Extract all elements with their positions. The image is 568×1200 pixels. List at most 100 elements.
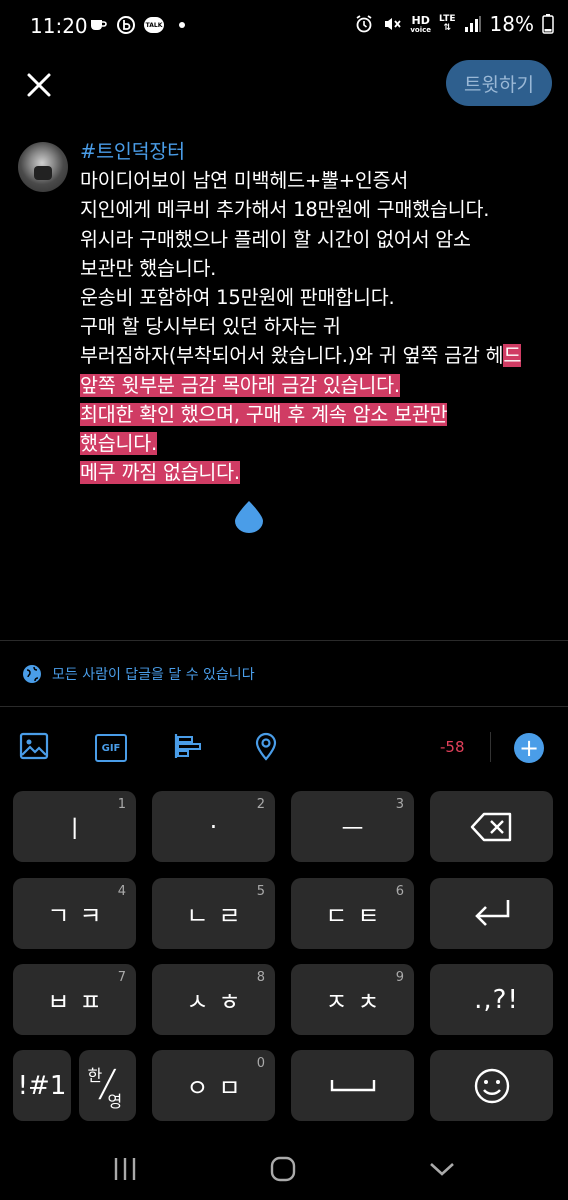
space-key[interactable]	[291, 1050, 414, 1121]
status-time: 11:20	[30, 14, 88, 38]
location-icon	[255, 732, 277, 761]
key-label: ㄱㅋ	[47, 902, 112, 930]
reply-setting[interactable]: 모든 사람이 답글을 달 수 있습니다	[22, 664, 255, 684]
key-label: ㅇㅁ	[186, 1074, 251, 1102]
lte-icon: LTE ⇅	[439, 14, 456, 33]
home-button[interactable]	[266, 1154, 300, 1184]
selected-text: 최대한 확인 했으며, 구매 후 계속 암소 보관만	[80, 402, 448, 426]
key-label: ㅂㅍ	[47, 988, 112, 1016]
key-8[interactable]: 8 ㅅㅎ	[152, 964, 275, 1035]
selected-text: 앞쪽 윗부분 금감 목아래 금감 있습니다.	[80, 373, 400, 397]
close-button[interactable]	[22, 68, 56, 102]
compose-line: 했습니다.	[80, 429, 550, 458]
tweet-button[interactable]: 트윗하기	[446, 60, 552, 106]
lang-switch-label: 한 ╱ 영	[87, 1065, 123, 1111]
compose-line: 구매 할 당시부터 있던 하자는 귀	[80, 312, 550, 341]
add-thread-button[interactable]: +	[514, 733, 544, 763]
hashtag-text[interactable]: #트인덕장터	[80, 140, 185, 163]
key-number: 6	[395, 884, 404, 899]
battery-icon	[542, 14, 554, 34]
selection-handle-icon[interactable]	[235, 501, 263, 533]
key-label: !#1	[17, 1070, 67, 1101]
key-number: 8	[256, 970, 265, 985]
chevron-down-icon	[430, 1163, 454, 1176]
emoji-key[interactable]	[430, 1050, 553, 1121]
symbol-key[interactable]: !#1	[13, 1050, 71, 1121]
lang-switch-key[interactable]: 한 ╱ 영	[79, 1050, 136, 1121]
talk-icon: TALK	[144, 15, 164, 35]
key-3[interactable]: 3ㅡ	[291, 791, 414, 862]
compose-line: 지인에게 메쿠비 추가해서 18만원에 구매했습니다.	[80, 195, 550, 224]
key-label: ㅅㅎ	[186, 988, 251, 1016]
key-1[interactable]: 1ㅣ	[13, 791, 136, 862]
recents-button[interactable]	[108, 1154, 142, 1184]
avatar	[18, 142, 68, 192]
key-9[interactable]: 9 ㅈㅊ	[291, 964, 414, 1035]
compose-line: 마이디어보이 남연 미백헤드+뿔+인증서	[80, 166, 550, 195]
gif-icon: GIF	[95, 734, 127, 762]
compose-line: 앞쪽 윗부분 금감 목아래 금감 있습니다.	[80, 371, 550, 400]
compose-toolbar: GIF	[0, 708, 568, 786]
poll-button[interactable]	[172, 730, 204, 762]
key-number: 4	[117, 884, 126, 899]
compose-line: 운송비 포함하여 15만원에 판매합니다.	[80, 283, 550, 312]
battery-percent: 18%	[489, 12, 534, 36]
keyboard: 1 ㅣ 2 · 3 ㅡ 4 ㄱㅋ 5 ㄴㄹ 6 ㄷㅌ 7 ㅂㅍ 8 ㅅㅎ 9 ㅈㅊ.,?! !#1 한 ╱ 영 0 ㅇㅁ	[0, 786, 568, 1121]
key-2[interactable]: 2 ·	[152, 791, 275, 862]
home-icon	[270, 1156, 296, 1182]
backspace-icon	[470, 812, 511, 841]
key-label: .,?!	[474, 984, 519, 1015]
compose-text: 위시라 구매했으나 플레이 할 시간이 없어서 암소	[80, 227, 471, 251]
compose-line: 위시라 구매했으나 플레이 할 시간이 없어서 암소	[80, 225, 550, 254]
alarm-icon	[356, 15, 372, 33]
dot-icon	[172, 15, 192, 35]
hashtag-line: #트인덕장터	[80, 137, 550, 166]
key-6[interactable]: 6 ㄷㅌ	[291, 878, 414, 949]
compose-text: 부러짐하자(부착되어서 왔습니다.)와 귀 옆쪽 금감 헤	[80, 344, 504, 368]
key-label: ㄷㅌ	[325, 902, 390, 930]
key-number: 2	[256, 797, 265, 812]
image-icon	[19, 732, 49, 760]
key-label: ㅣ	[63, 815, 96, 843]
status-bar: 11:20 TALK HD voice LTE ⇅ 18%	[0, 0, 568, 56]
punctuation-key[interactable]: .,?!	[430, 964, 553, 1035]
reply-setting-label: 모든 사람이 답글을 달 수 있습니다	[52, 667, 255, 683]
key-number: 9	[395, 970, 404, 985]
signal-icon	[464, 16, 481, 32]
key-5[interactable]: 5 ㄴㄹ	[152, 878, 275, 949]
image-button[interactable]	[18, 730, 50, 762]
compose-text: 운송비 포함하여 15만원에 판매합니다.	[80, 285, 395, 309]
divider	[490, 732, 491, 762]
character-counter: -58	[440, 738, 465, 756]
enter-key[interactable]	[430, 878, 553, 949]
compose-text: 보관만 했습니다.	[80, 256, 217, 280]
hd-voice-icon: HD voice	[410, 13, 431, 34]
compose-line: 부러짐하자(부착되어서 왔습니다.)와 귀 옆쪽 금감 헤드	[80, 341, 550, 370]
compose-text-area[interactable]: #트인덕장터마이디어보이 남연 미백헤드+뿔+인증서 지인에게 메쿠비 추가해서 …	[80, 137, 550, 487]
location-button[interactable]	[250, 730, 282, 762]
poll-icon	[174, 734, 201, 758]
key-0[interactable]: 0 ㅇㅁ	[152, 1050, 275, 1121]
coffee-icon	[88, 15, 108, 35]
compose-line: 최대한 확인 했으며, 구매 후 계속 암소 보관만	[80, 400, 550, 429]
key-label: ·	[209, 812, 228, 841]
space-icon	[330, 1079, 375, 1091]
key-number: 0	[256, 1056, 265, 1071]
compose-text: 마이디어보이 남연 미백헤드+뿔+인증서	[80, 169, 409, 193]
divider	[0, 706, 568, 707]
enter-icon	[474, 899, 509, 926]
back-button[interactable]	[425, 1154, 459, 1184]
selected-text: 했습니다.	[80, 431, 157, 455]
backspace-key[interactable]	[430, 791, 553, 862]
key-label: ㅈㅊ	[325, 988, 390, 1016]
selected-text: 드	[503, 344, 522, 368]
key-4[interactable]: 4 ㄱㅋ	[13, 878, 136, 949]
gif-button[interactable]: GIF	[95, 730, 127, 762]
key-number: 7	[117, 970, 126, 985]
status-right: HD voice LTE ⇅ 18%	[354, 12, 554, 36]
key-number: 1	[117, 797, 126, 812]
key-7[interactable]: 7 ㅂㅍ	[13, 964, 136, 1035]
notification-icons: TALK	[88, 15, 192, 35]
compose-line: 보관만 했습니다.	[80, 254, 550, 283]
navigation-bar	[0, 1136, 568, 1200]
